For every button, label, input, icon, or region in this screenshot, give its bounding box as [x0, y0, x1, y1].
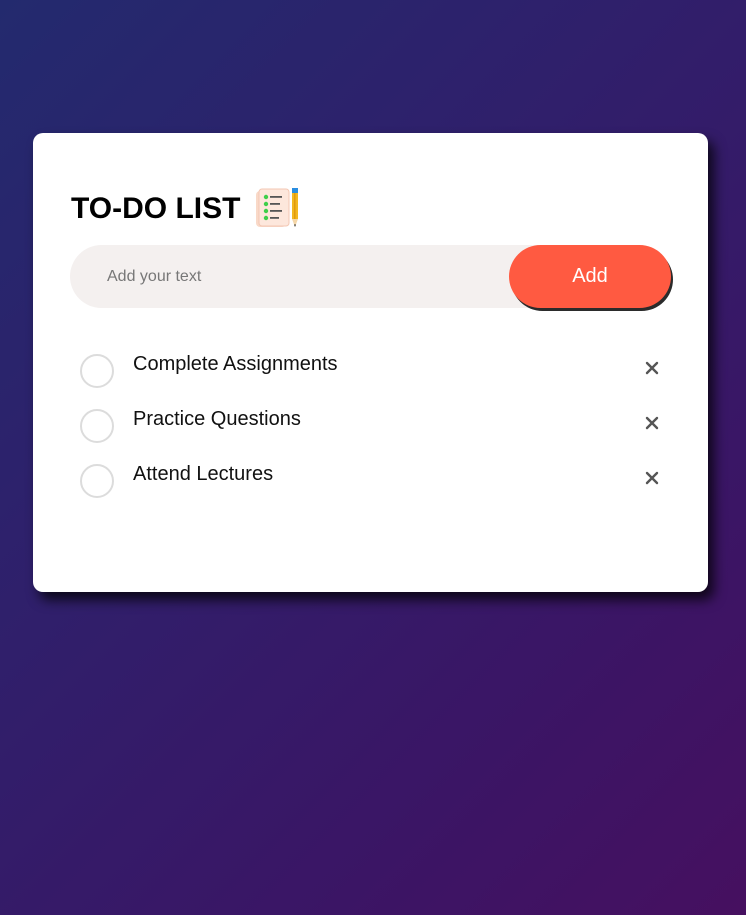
- list-item[interactable]: Attend Lectures: [80, 459, 665, 514]
- task-list: Complete Assignments Practice Questions …: [80, 349, 665, 514]
- close-icon[interactable]: [639, 408, 665, 438]
- checklist-icon: [254, 187, 302, 231]
- header: TO-DO LIST: [71, 185, 302, 233]
- task-text: Complete Assignments: [133, 353, 338, 375]
- list-item[interactable]: Complete Assignments: [80, 349, 665, 404]
- checkbox-circle-icon[interactable]: [80, 464, 114, 498]
- list-item[interactable]: Practice Questions: [80, 404, 665, 459]
- add-task-row: Add: [70, 245, 671, 308]
- task-text: Attend Lectures: [133, 463, 274, 485]
- add-button[interactable]: Add: [509, 245, 671, 308]
- close-icon[interactable]: [639, 353, 665, 383]
- task-input[interactable]: [70, 245, 510, 308]
- checkbox-circle-icon[interactable]: [80, 409, 114, 443]
- close-icon[interactable]: [639, 463, 665, 493]
- todo-card: TO-DO LIST Add your text Add Complete As…: [33, 133, 708, 592]
- page-title: TO-DO LIST: [71, 192, 241, 225]
- checkbox-circle-icon[interactable]: [80, 354, 114, 388]
- task-text: Practice Questions: [133, 408, 301, 430]
